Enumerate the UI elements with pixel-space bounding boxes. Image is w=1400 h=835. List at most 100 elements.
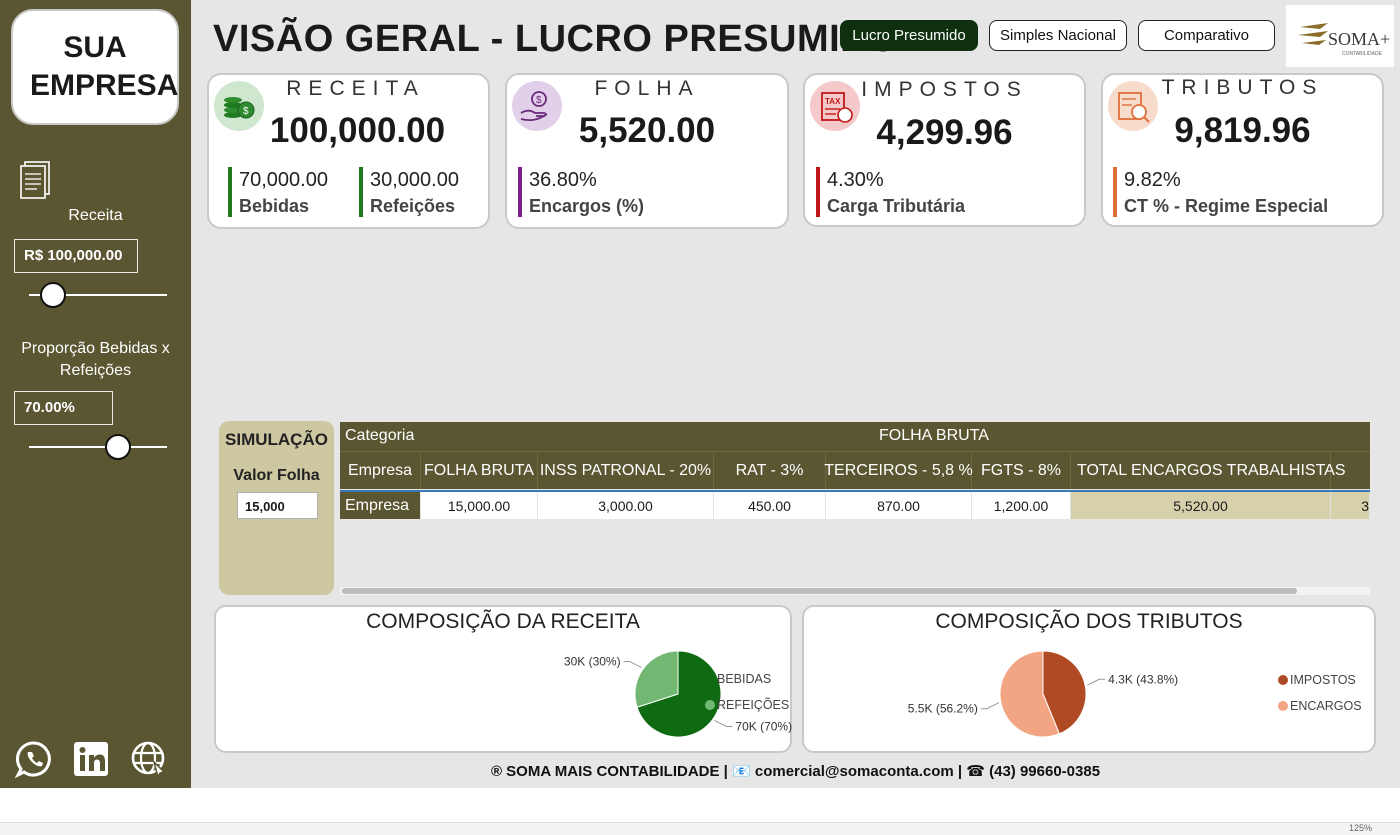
data-label: 30K (30%) <box>564 655 621 669</box>
kpi-sub-ct: 9.82% CT % - Regime Especial <box>1113 167 1328 219</box>
pie-chart-tributos: 4.3K (43.8%) IMPOSTOS 5.5K (56.2%) ENCARGOS <box>908 650 1362 738</box>
table-cell[interactable]: 5,520.00 <box>1071 492 1331 519</box>
proporcao-slider-track[interactable] <box>29 446 167 448</box>
chart-tributos-card: COMPOSIÇÃO DOS TRIBUTOS 4.3K (43.8%) IMPO… <box>802 605 1376 753</box>
tab-comparativo[interactable]: Comparativo <box>1138 20 1275 51</box>
kpi-sub-bar <box>359 167 363 217</box>
table-cell[interactable]: 870.00 <box>826 492 972 519</box>
categoria-label: Categoria <box>345 427 415 444</box>
legend-marker <box>1278 701 1288 711</box>
kpi-sub-bar <box>518 167 522 217</box>
simulacao-title: SIMULAÇÃO <box>225 430 328 449</box>
col-header[interactable]: TOTAL ENCARGOS TRABALHISTAS <box>1071 452 1346 489</box>
proporcao-label: Proporção Bebidas x Refeições <box>21 340 170 379</box>
data-label: 5.5K (56.2%) <box>908 702 978 716</box>
kpi-sub-bar <box>228 167 232 217</box>
valor-folha-label: Valor Folha <box>233 467 320 484</box>
kpi-sub-label: Bebidas <box>239 196 310 216</box>
folha-table: Categoria FOLHA BRUTA Empresa FOLHA BRUT… <box>340 422 1370 592</box>
page-title: VISÃO GERAL - LUCRO PRESUMIDO <box>213 18 899 60</box>
kpi-sub-bar <box>816 167 820 217</box>
table-horizontal-scrollbar[interactable] <box>340 587 1370 595</box>
table-cell[interactable]: 3,000.00 <box>538 492 714 519</box>
table-cell[interactable]: 1,200.00 <box>972 492 1071 519</box>
receita-input[interactable]: R$ 100,000.00 <box>14 239 138 273</box>
web-globe-icon[interactable] <box>130 740 168 778</box>
dashboard-canvas: SUA EMPRESA Receita R$ 100,000.00 Propor… <box>0 0 1400 788</box>
data-label-leader <box>714 720 733 727</box>
kpi-sub-label: CT % - Regime Especial <box>1124 196 1329 216</box>
table-cell-overflow[interactable]: 3 <box>1331 492 1370 519</box>
linkedin-icon[interactable] <box>72 740 110 778</box>
simulacao-panel: SIMULAÇÃO Valor Folha 15,000 <box>219 421 334 595</box>
table-cell[interactable]: 450.00 <box>714 492 826 519</box>
data-label: 70K (70%) <box>735 719 792 733</box>
zoom-level: 125% <box>1348 823 1372 833</box>
sidebar: SUA EMPRESA Receita R$ 100,000.00 Propor… <box>0 0 191 788</box>
legend-label[interactable]: BEBIDAS <box>717 672 771 686</box>
status-bar: 125% <box>0 822 1400 835</box>
receita-slider-thumb[interactable] <box>39 282 66 308</box>
scrollbar-thumb[interactable] <box>342 588 1297 594</box>
kpi-sub-value: 36.80% <box>529 169 597 191</box>
legend-label[interactable]: ENCARGOS <box>1290 699 1362 713</box>
kpi-sub-value: 4.30% <box>827 169 884 191</box>
tab-simples-nacional[interactable]: Simples Nacional <box>989 20 1127 51</box>
kpi-value: 5,520.00 <box>578 111 716 150</box>
col-header[interactable]: TERCEIROS - 5,8 % <box>824 452 973 489</box>
kpi-label: IMPOSTOS <box>861 78 1028 101</box>
valor-folha-input[interactable]: 15,000 <box>237 492 318 519</box>
kpi-value: 4,299.96 <box>876 113 1013 152</box>
table-row[interactable]: Empresa 15,000.00 3,000.00 450.00 870.00… <box>340 490 1370 519</box>
data-label-leader <box>980 702 1000 710</box>
table-cell[interactable]: Empresa <box>340 492 421 519</box>
legend-marker <box>705 674 715 684</box>
kpi-sub-label: Carga Tributária <box>827 196 966 216</box>
kpi-sub-value: 70,000.00 <box>239 169 328 191</box>
pie-chart-receita: 70K (70%) BEBIDAS 30K (30%) REFEIÇÕES <box>564 650 792 738</box>
kpi-sub-label: Encargos (%) <box>529 196 645 216</box>
table-cell[interactable]: 15,000.00 <box>421 492 538 519</box>
legend-marker <box>1278 675 1288 685</box>
proporcao-input[interactable]: 70.00% <box>14 391 113 425</box>
kpi-label: TRIBUTOS <box>1161 76 1324 99</box>
company-logo-box: SUA EMPRESA <box>11 9 179 125</box>
kpi-sub-label: Refeições <box>370 196 456 216</box>
kpi-card-folha: $ FOLHA 5,520.00 36.80% Encargos (%) <box>505 73 789 229</box>
kpi-sub-refeicoes: 30,000.00 Refeições <box>359 167 459 219</box>
kpi-card-tributos: TRIBUTOS 9,819.96 9.82% CT % - Regime Es… <box>1101 73 1384 227</box>
col-header[interactable]: FOLHA BRUTA <box>421 452 538 489</box>
kpi-sub-encargos: 36.80% Encargos (%) <box>518 167 644 219</box>
col-header[interactable]: Empresa <box>340 452 421 489</box>
chart-receita-card: COMPOSIÇÃO DA RECEITA 70K (70%) BEBIDAS 30… <box>214 605 792 753</box>
brand-text: SOMA+ <box>1328 29 1390 49</box>
legend-marker <box>705 700 715 710</box>
footer-contact: ® SOMA MAIS CONTABILIDADE | 📧 comercial@… <box>490 763 1101 780</box>
tab-lucro-presumido[interactable]: Lucro Presumido <box>840 20 978 51</box>
kpi-value: 9,819.96 <box>1174 111 1311 150</box>
receita-label: Receita <box>68 207 123 224</box>
kpi-sub-bar <box>1113 167 1117 217</box>
legend-label[interactable]: IMPOSTOS <box>1290 673 1356 687</box>
brand-subtext: CONTABILIDADE <box>1342 51 1383 57</box>
kpi-value: 100,000.00 <box>269 111 446 150</box>
folha-bruta-group-label: FOLHA BRUTA <box>879 427 989 444</box>
whatsapp-icon[interactable] <box>15 740 53 778</box>
proporcao-slider-thumb[interactable] <box>104 434 131 460</box>
col-header[interactable]: FGTS - 8% <box>972 452 1071 489</box>
kpi-card-receita: $ RECEITA 100,000.00 70,000.00 Bebidas 3… <box>207 73 490 229</box>
brand-mark-icon: SOMA+ CONTABILIDADE <box>1298 23 1390 57</box>
company-name: SUA EMPRESA <box>30 31 179 102</box>
col-header[interactable]: RAT - 3% <box>714 452 826 489</box>
kpi-label: FOLHA <box>594 77 700 100</box>
kpi-card-impostos: TAX IMPOSTOS 4,299.96 4.30% Carga Tribut… <box>803 73 1086 227</box>
legend-label[interactable]: REFEIÇÕES <box>717 697 789 712</box>
data-label: 4.3K (43.8%) <box>1108 672 1178 686</box>
kpi-label: RECEITA <box>286 77 425 100</box>
kpi-sub-bebidas: 70,000.00 Bebidas <box>228 167 328 219</box>
col-header[interactable]: INSS PATRONAL - 20% <box>538 452 714 489</box>
kpi-sub-carga: 4.30% Carga Tributária <box>816 167 965 219</box>
brand-logo: SOMA+ CONTABILIDADE <box>1286 5 1394 67</box>
kpi-sub-value: 30,000.00 <box>370 169 459 191</box>
table-column-headers: Empresa FOLHA BRUTA INSS PATRONAL - 20% … <box>340 451 1370 489</box>
